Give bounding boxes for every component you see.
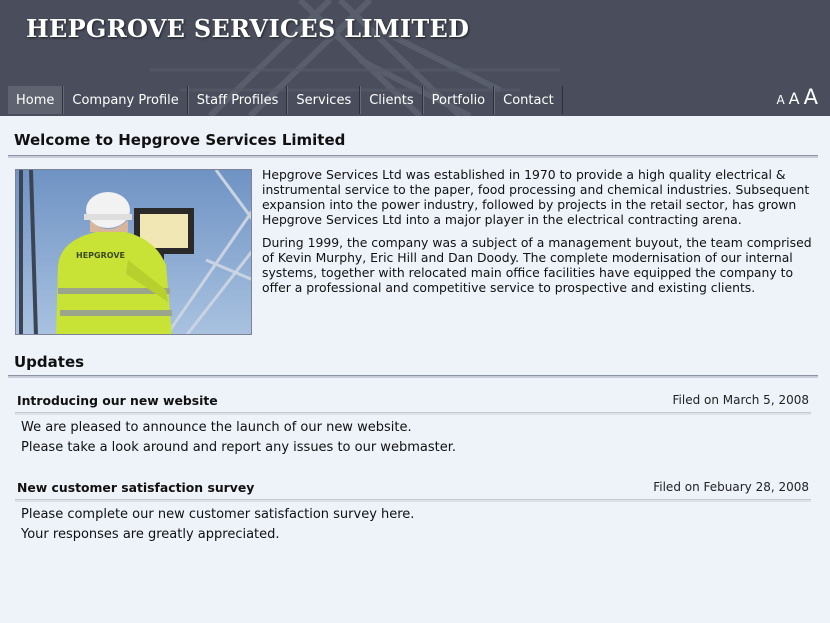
main-nav: Home Company Profile Staff Profiles Serv… — [8, 86, 563, 114]
update-divider — [15, 499, 811, 502]
update-item: Introducing our new website Filed on Mar… — [15, 393, 811, 460]
intro-paragraph: During 1999, the company was a subject o… — [262, 235, 812, 295]
site-title: HEPGROVE SERVICES LIMITED — [26, 14, 470, 43]
photo-jacket-text: HEPGROVE — [76, 251, 125, 260]
nav-staff-profiles[interactable]: Staff Profiles — [187, 86, 288, 114]
nav-home[interactable]: Home — [8, 86, 64, 114]
update-line-text: Please take a look around and report any… — [21, 440, 456, 455]
update-body: Please complete our new customer satisfa… — [15, 507, 811, 542]
nav-company-profile[interactable]: Company Profile — [63, 86, 188, 114]
update-line-text: We are pleased to announce the launch of… — [21, 420, 412, 435]
section-divider — [8, 155, 818, 158]
welcome-intro: Hepgrove Services Ltd was established in… — [262, 167, 818, 303]
intro-paragraph: Hepgrove Services Ltd was established in… — [262, 167, 810, 227]
worker-photo: HEPGROVE — [15, 169, 252, 335]
nav-portfolio[interactable]: Portfolio — [422, 86, 495, 114]
update-title: New customer satisfaction survey — [17, 480, 255, 495]
text-size-controls: A A A — [772, 87, 818, 108]
section-divider — [8, 375, 818, 378]
update-item: New customer satisfaction survey Filed o… — [15, 480, 811, 547]
nav-services[interactable]: Services — [287, 86, 361, 114]
update-line-text: Your responses are greatly appreciated. — [21, 527, 280, 542]
text-size-large-button[interactable]: A — [804, 87, 818, 108]
welcome-heading: Welcome to Hepgrove Services Limited — [14, 131, 346, 149]
update-divider — [15, 412, 811, 415]
text-size-medium-button[interactable]: A — [789, 91, 800, 107]
update-body: We are pleased to announce the launch of… — [15, 420, 811, 455]
update-line-text: Please complete our new customer satisfa… — [21, 507, 415, 522]
update-date: Filed on Febuary 28, 2008 — [653, 480, 809, 494]
update-title: Introducing our new website — [17, 393, 218, 408]
update-date: Filed on March 5, 2008 — [672, 393, 809, 407]
nav-clients[interactable]: Clients — [360, 86, 423, 114]
text-size-small-button[interactable]: A — [776, 94, 784, 106]
updates-heading: Updates — [14, 353, 85, 371]
site-header: HEPGROVE SERVICES LIMITED Home Company P… — [0, 0, 830, 116]
nav-contact[interactable]: Contact — [494, 86, 563, 114]
